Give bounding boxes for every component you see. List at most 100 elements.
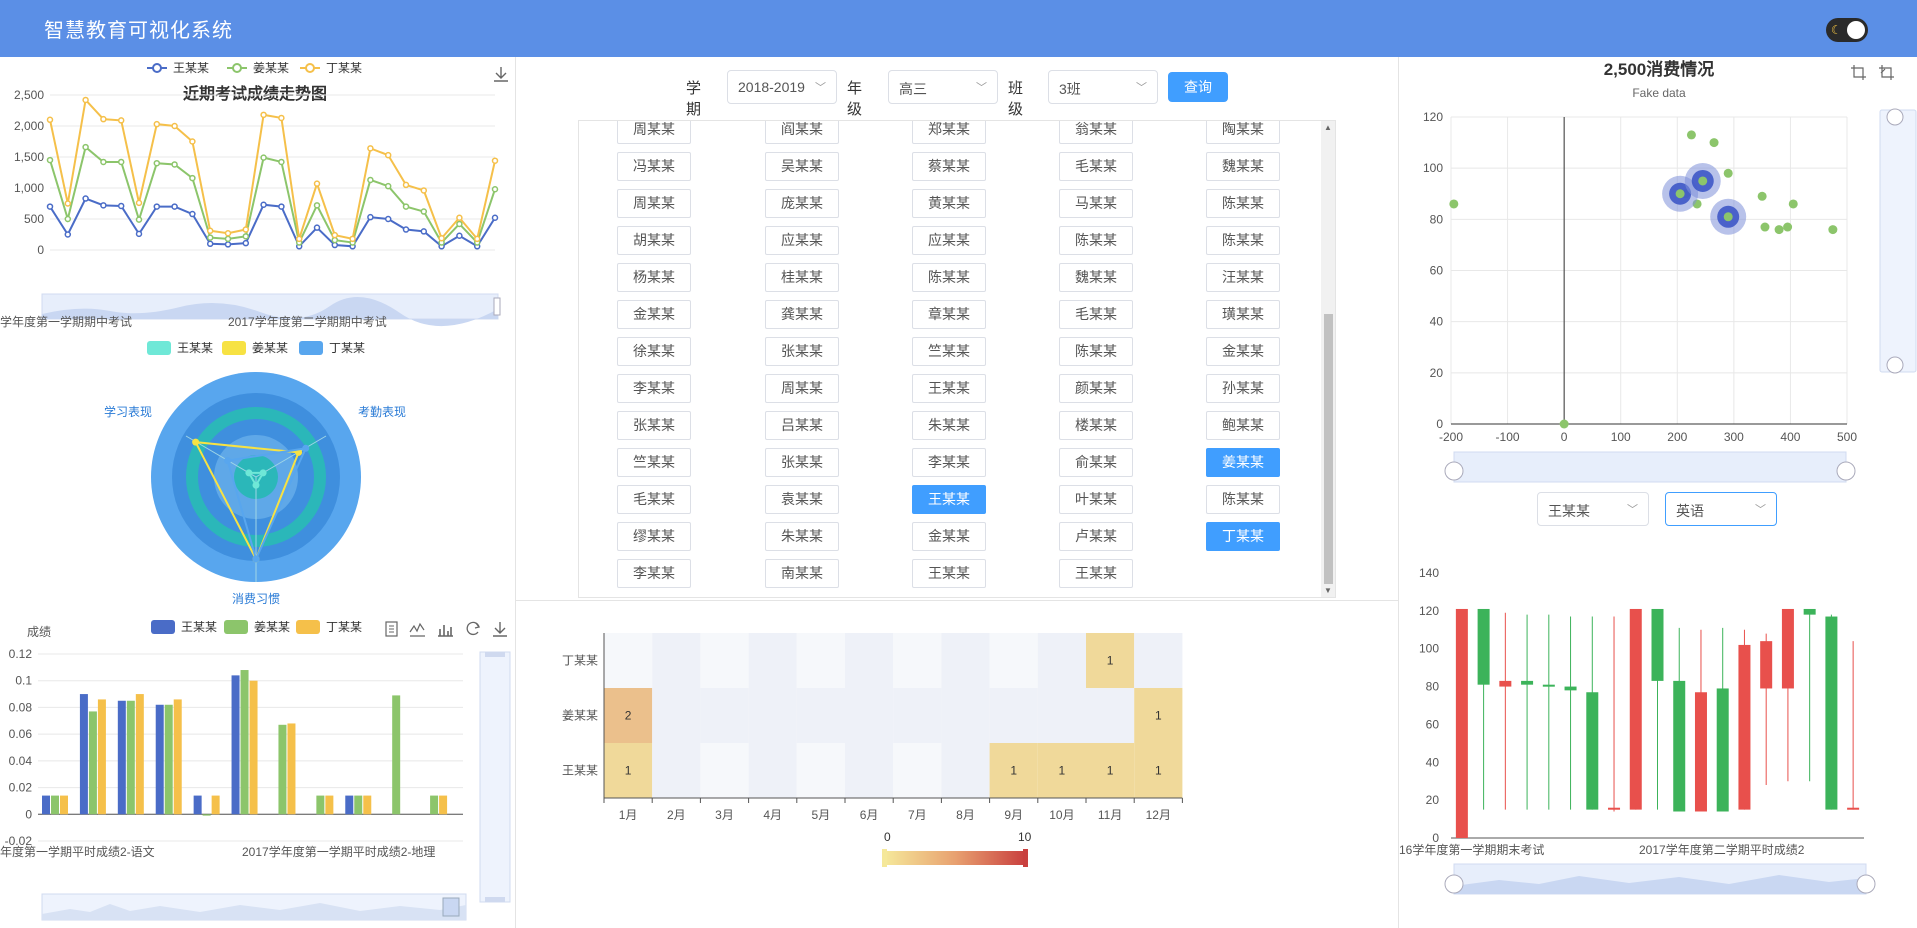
- heatmap-cell[interactable]: [652, 633, 701, 688]
- student-button[interactable]: 金某某: [912, 522, 986, 551]
- data-point[interactable]: [171, 161, 178, 168]
- data-point[interactable]: [402, 226, 410, 233]
- student-button[interactable]: 冯某某: [617, 152, 691, 181]
- data-point[interactable]: [82, 195, 89, 202]
- data-point[interactable]: [420, 228, 428, 235]
- scatter-point[interactable]: [1760, 222, 1770, 232]
- data-point[interactable]: [384, 151, 392, 159]
- data-point[interactable]: [224, 230, 232, 237]
- data-point[interactable]: [64, 231, 72, 238]
- student-button[interactable]: 丁某某: [1206, 522, 1280, 551]
- radar-point[interactable]: [252, 555, 260, 563]
- student-button[interactable]: 孙某某: [1206, 374, 1280, 403]
- student-button[interactable]: 吕某某: [765, 411, 839, 440]
- heatmap-cell[interactable]: [700, 688, 749, 743]
- candle-body[interactable]: [1521, 680, 1534, 685]
- candle-body[interactable]: [1673, 680, 1686, 812]
- zoom-select-icon[interactable]: [1851, 65, 1866, 80]
- data-point[interactable]: [135, 199, 143, 207]
- student-button[interactable]: 胡某某: [617, 226, 691, 255]
- data-point[interactable]: [153, 159, 161, 167]
- data-point[interactable]: [189, 138, 196, 145]
- bar[interactable]: [325, 795, 334, 815]
- scroll-up-icon[interactable]: ▲: [1324, 123, 1332, 132]
- candle-body[interactable]: [1455, 608, 1468, 838]
- scatter-vertical-datazoom[interactable]: [1879, 108, 1917, 374]
- bar[interactable]: [60, 795, 68, 815]
- data-point[interactable]: [100, 115, 107, 123]
- scatter-point[interactable]: [1723, 212, 1733, 222]
- candle-body[interactable]: [1738, 644, 1751, 810]
- candle-body[interactable]: [1499, 680, 1512, 687]
- heatmap-cell[interactable]: [893, 743, 942, 798]
- scatter-point[interactable]: [1559, 419, 1569, 429]
- heatmap-cell[interactable]: [941, 688, 990, 743]
- data-point[interactable]: [224, 235, 232, 243]
- candle-body[interactable]: [1694, 692, 1707, 812]
- data-point[interactable]: [384, 215, 392, 223]
- data-point[interactable]: [420, 187, 428, 194]
- term-select[interactable]: 2018-2019 ﹀: [727, 70, 837, 104]
- scroll-down-icon[interactable]: ▼: [1324, 586, 1332, 595]
- radar-point[interactable]: [245, 469, 253, 477]
- bar[interactable]: [126, 700, 135, 815]
- student-button[interactable]: 鲍某某: [1206, 411, 1280, 440]
- scroll-thumb[interactable]: [1324, 314, 1333, 584]
- theme-toggle[interactable]: ☾: [1826, 18, 1868, 42]
- student-button[interactable]: 陈某某: [1206, 189, 1280, 218]
- student-button[interactable]: 魏某某: [1206, 152, 1280, 181]
- candle-datazoom[interactable]: [1444, 863, 1876, 895]
- radar-point[interactable]: [252, 481, 260, 489]
- heatmap-cell[interactable]: [652, 743, 701, 798]
- student-button[interactable]: 王某某: [912, 374, 986, 403]
- bar[interactable]: [363, 795, 372, 815]
- data-point[interactable]: [313, 180, 321, 187]
- student-button[interactable]: 姜某某: [1206, 448, 1280, 477]
- heatmap-cell[interactable]: [652, 688, 701, 743]
- bar-datazoom[interactable]: [41, 893, 467, 921]
- bar[interactable]: [88, 711, 97, 815]
- student-button[interactable]: 周某某: [765, 374, 839, 403]
- data-point[interactable]: [278, 158, 285, 166]
- scatter-point[interactable]: [1709, 138, 1719, 148]
- query-button[interactable]: 查询: [1168, 72, 1228, 102]
- student-button[interactable]: 周某某: [617, 189, 691, 218]
- student-button[interactable]: 竺某某: [912, 337, 986, 366]
- bar[interactable]: [117, 700, 126, 815]
- bar[interactable]: [135, 694, 144, 815]
- candle-body[interactable]: [1760, 641, 1773, 689]
- data-point[interactable]: [171, 203, 178, 210]
- bar[interactable]: [79, 694, 88, 815]
- grade-select[interactable]: 高三 ﹀: [888, 70, 998, 104]
- student-button[interactable]: 叶某某: [1059, 485, 1133, 514]
- radar-point[interactable]: [302, 444, 310, 452]
- student-button[interactable]: 徐某某: [617, 337, 691, 366]
- zoom-reset-icon[interactable]: [1879, 65, 1894, 80]
- heatmap-cell[interactable]: [941, 633, 990, 688]
- heatmap-cell[interactable]: [989, 633, 1038, 688]
- data-point[interactable]: [117, 158, 125, 166]
- heatmap-cell[interactable]: [845, 743, 894, 798]
- candle-body[interactable]: [1781, 608, 1794, 689]
- data-point[interactable]: [491, 157, 499, 164]
- heatmap-cell[interactable]: [796, 633, 845, 688]
- data-point[interactable]: [331, 231, 339, 239]
- student-button[interactable]: 黄某某: [912, 189, 986, 218]
- candle-body[interactable]: [1629, 608, 1642, 810]
- bar-chart-icon[interactable]: [438, 625, 453, 637]
- data-point[interactable]: [438, 234, 445, 242]
- bar[interactable]: [42, 795, 50, 815]
- student-button[interactable]: 陈某某: [912, 263, 986, 292]
- student-button[interactable]: 俞某某: [1059, 448, 1133, 477]
- data-point[interactable]: [64, 215, 72, 223]
- student-button[interactable]: 李某某: [617, 559, 691, 588]
- student-button[interactable]: 龚某某: [765, 300, 839, 329]
- data-point[interactable]: [117, 117, 125, 124]
- data-point[interactable]: [349, 235, 356, 243]
- bar[interactable]: [97, 699, 106, 815]
- data-point[interactable]: [260, 111, 267, 119]
- bar-vertical-datazoom[interactable]: [479, 651, 511, 903]
- download-icon[interactable]: [493, 622, 507, 637]
- student-button[interactable]: 袁某某: [765, 485, 839, 514]
- data-point[interactable]: [491, 214, 499, 222]
